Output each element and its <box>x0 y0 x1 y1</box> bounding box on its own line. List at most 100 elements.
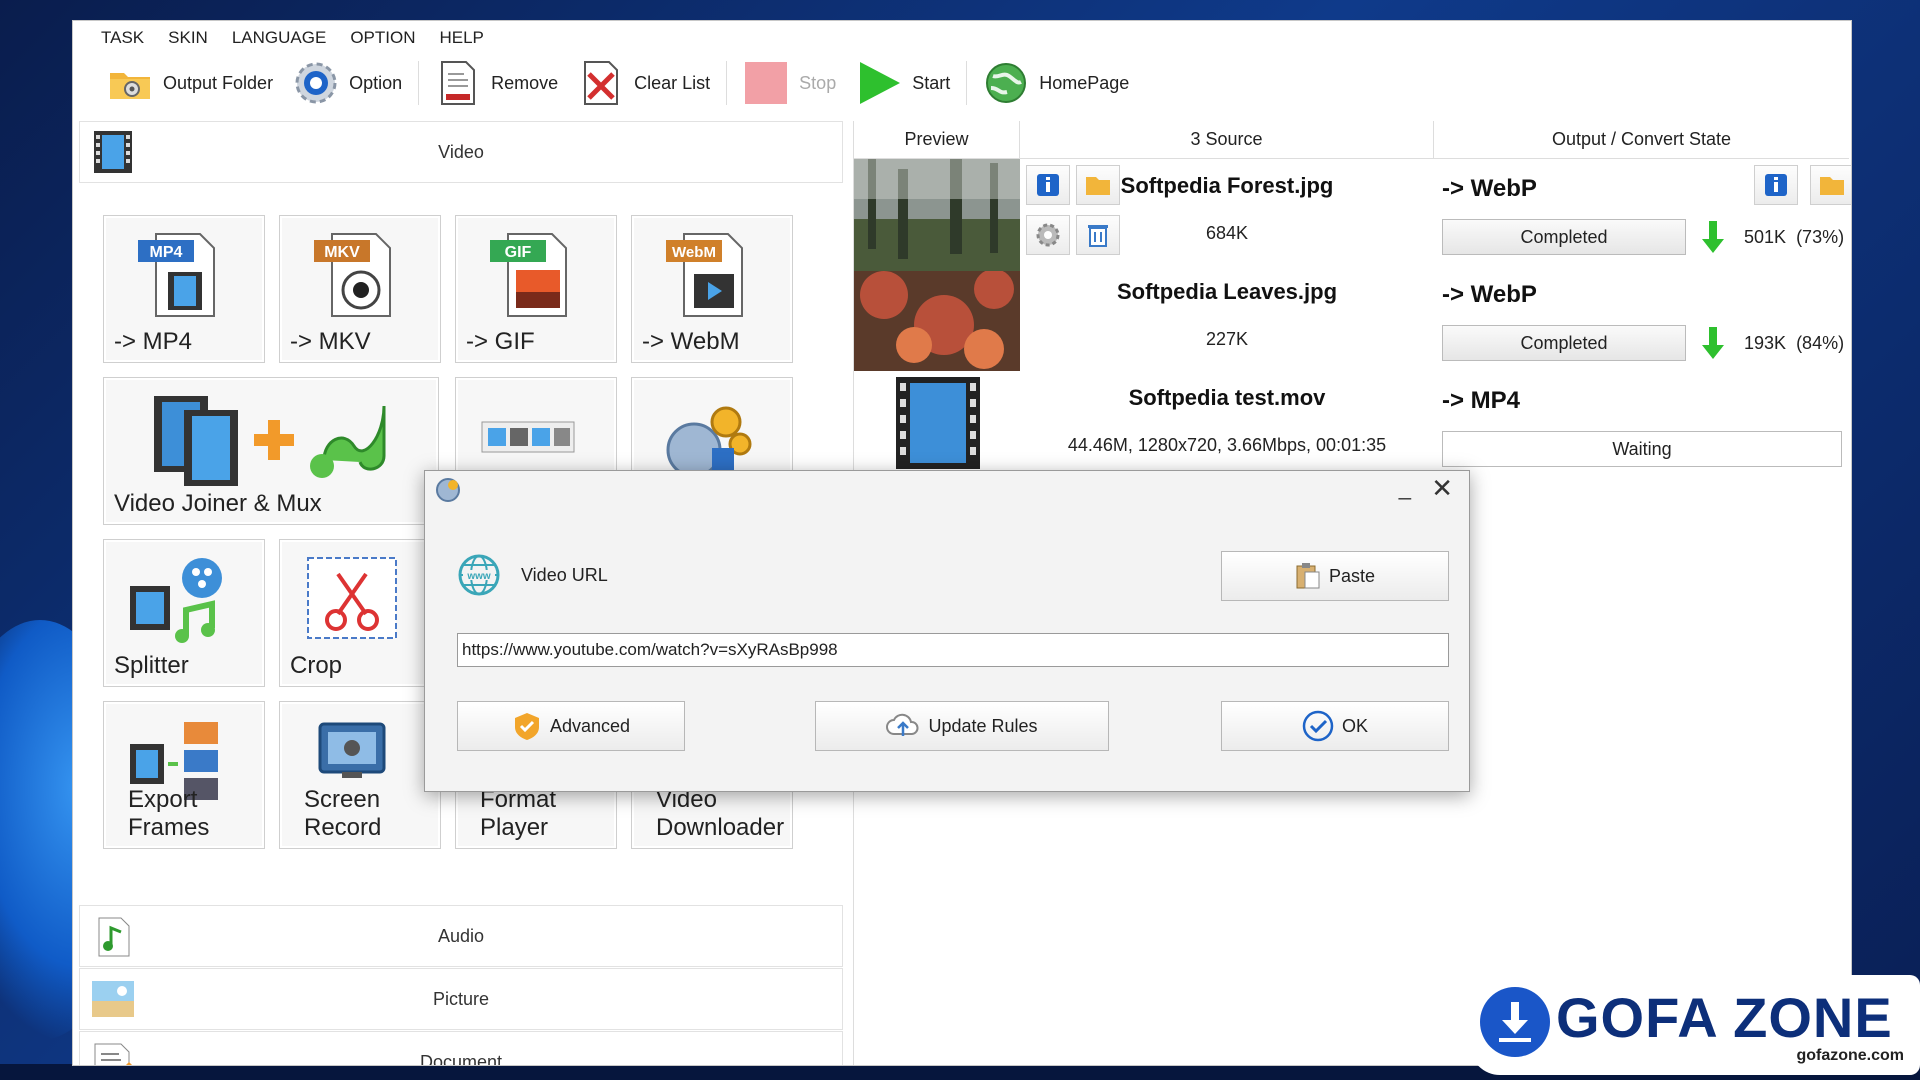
crop-tile[interactable]: Crop <box>279 539 441 687</box>
www-globe-icon: www <box>458 554 500 596</box>
folder-icon <box>1820 177 1844 195</box>
homepage-button[interactable]: HomePage <box>973 57 1139 109</box>
start-button[interactable]: Start <box>846 57 960 109</box>
convert-to-gif-label: -> GIF <box>466 328 535 355</box>
task-row[interactable]: Softpedia Leaves.jpg 227K -> WebP Comple… <box>854 265 1849 371</box>
convert-to-mp4-label: -> MP4 <box>114 328 193 355</box>
info-icon <box>1765 174 1787 196</box>
screen-record-label: Screen Record <box>304 786 382 841</box>
stop-button[interactable]: Stop <box>733 57 846 109</box>
webm-badge-text: WebM <box>672 244 716 261</box>
column-output-state[interactable]: Output / Convert State <box>1434 121 1849 158</box>
svg-text:www: www <box>466 571 491 582</box>
update-rules-button[interactable]: Update Rules <box>815 701 1109 751</box>
column-source[interactable]: 3 Source <box>1020 121 1434 158</box>
advanced-button[interactable]: Advanced <box>457 701 685 751</box>
webm-file-icon: WebM <box>666 233 743 317</box>
document-category-header[interactable]: Document <box>79 1031 843 1066</box>
shield-check-icon <box>514 713 539 740</box>
gif-file-icon: GIF <box>490 233 567 317</box>
close-button[interactable]: ✕ <box>1431 473 1453 504</box>
screen-record-tile[interactable]: Screen Record <box>279 701 441 849</box>
watermark-brand: GOFA ZONE <box>1556 986 1893 1049</box>
video-joiner-mux-tile[interactable]: Video Joiner & Mux <box>103 377 439 525</box>
joiner-mux-icon <box>154 396 386 486</box>
splitter-tile[interactable]: Splitter <box>103 539 265 687</box>
source-filename: Softpedia test.mov <box>1128 385 1326 410</box>
audio-category-header[interactable]: Audio <box>79 905 843 967</box>
cloud-upload-icon <box>886 713 919 736</box>
arrow-down-icon <box>1702 327 1724 359</box>
source-size: 684K <box>1205 223 1249 243</box>
globe-icon <box>983 60 1029 106</box>
forest-thumbnail <box>854 159 1020 265</box>
column-preview[interactable]: Preview <box>854 121 1020 158</box>
mkv-badge-text: MKV <box>324 244 360 261</box>
convert-to-mp4-tile[interactable]: MP4 -> MP4 <box>103 215 265 363</box>
ok-button[interactable]: OK <box>1221 701 1449 751</box>
picture-category-header[interactable]: Picture <box>79 968 843 1030</box>
minimize-button[interactable]: _ <box>1399 475 1411 501</box>
menu-option[interactable]: OPTION <box>350 28 415 48</box>
check-circle-icon <box>1302 710 1334 742</box>
menu-bar: TASK SKIN LANGUAGE OPTION HELP <box>73 21 1851 55</box>
gear-icon <box>293 60 339 106</box>
option-button[interactable]: Option <box>283 57 412 109</box>
folder-icon <box>107 60 153 106</box>
output-folder-label: Output Folder <box>163 72 274 93</box>
mp4-file-icon: MP4 <box>138 233 215 317</box>
stop-label: Stop <box>799 72 837 93</box>
crop-label: Crop <box>290 652 343 679</box>
convert-to-mkv-tile[interactable]: MKV -> MKV <box>279 215 441 363</box>
clear-list-button[interactable]: Clear List <box>568 57 720 109</box>
mkv-file-icon: MKV <box>314 233 391 317</box>
option-label: Option <box>349 72 403 93</box>
output-format: -> WebP <box>1442 175 1537 202</box>
clear-list-label: Clear List <box>634 72 711 93</box>
source-size: 227K <box>1205 329 1249 349</box>
output-size: 501K (73%) <box>1744 227 1845 247</box>
dialog-title-bar: _ ✕ <box>425 471 1469 507</box>
menu-task[interactable]: TASK <box>101 28 144 48</box>
mp4-badge-text: MP4 <box>150 244 183 261</box>
remove-document-icon <box>435 60 481 106</box>
update-rules-label: Update Rules <box>928 715 1038 736</box>
task-row[interactable]: Softpedia Forest.jpg 684K -> WebP Comple… <box>854 159 1851 265</box>
ok-label: OK <box>1341 715 1368 736</box>
play-icon <box>856 60 902 106</box>
convert-to-webm-tile[interactable]: WebM -> WebM <box>631 215 793 363</box>
clear-list-icon <box>578 60 624 106</box>
document-category-label: Document <box>419 1051 503 1066</box>
menu-language[interactable]: LANGUAGE <box>232 28 326 48</box>
video-url-input[interactable] <box>457 633 1449 667</box>
task-row[interactable]: Softpedia test.mov 44.46M, 1280x720, 3.6… <box>854 371 1849 477</box>
convert-to-mkv-label: -> MKV <box>290 328 371 355</box>
paste-label: Paste <box>1328 565 1376 586</box>
open-output-folder-button[interactable] <box>1810 165 1851 205</box>
splitter-icon <box>130 558 222 643</box>
menu-skin[interactable]: SKIN <box>168 28 208 48</box>
export-frames-tile[interactable]: Export Frames <box>103 701 265 849</box>
advanced-label: Advanced <box>549 715 631 736</box>
start-label: Start <box>912 72 951 93</box>
video-url-label: Video URL <box>521 565 608 585</box>
gif-badge-text: GIF <box>505 244 532 261</box>
source-filename: Softpedia Leaves.jpg <box>1116 279 1338 304</box>
format-player-label: Format Player <box>480 786 557 841</box>
scissors-icon <box>307 557 397 639</box>
video-category-header[interactable]: Video <box>79 121 843 183</box>
source-filename: Softpedia Forest.jpg <box>1120 173 1334 198</box>
output-folder-button[interactable]: Output Folder <box>97 57 283 109</box>
audio-category-label: Audio <box>437 925 485 946</box>
arrow-down-icon <box>1702 221 1724 253</box>
toolbar-divider <box>418 61 420 105</box>
homepage-label: HomePage <box>1039 72 1130 93</box>
output-size: 193K (84%) <box>1744 333 1845 353</box>
output-info-button[interactable] <box>1754 165 1798 205</box>
video-category-label: Video <box>438 141 484 162</box>
convert-to-gif-tile[interactable]: GIF -> GIF <box>455 215 617 363</box>
paste-button[interactable]: Paste <box>1221 551 1449 601</box>
video-joiner-mux-label: Video Joiner & Mux <box>114 490 322 517</box>
remove-button[interactable]: Remove <box>425 57 568 109</box>
menu-help[interactable]: HELP <box>439 28 483 48</box>
